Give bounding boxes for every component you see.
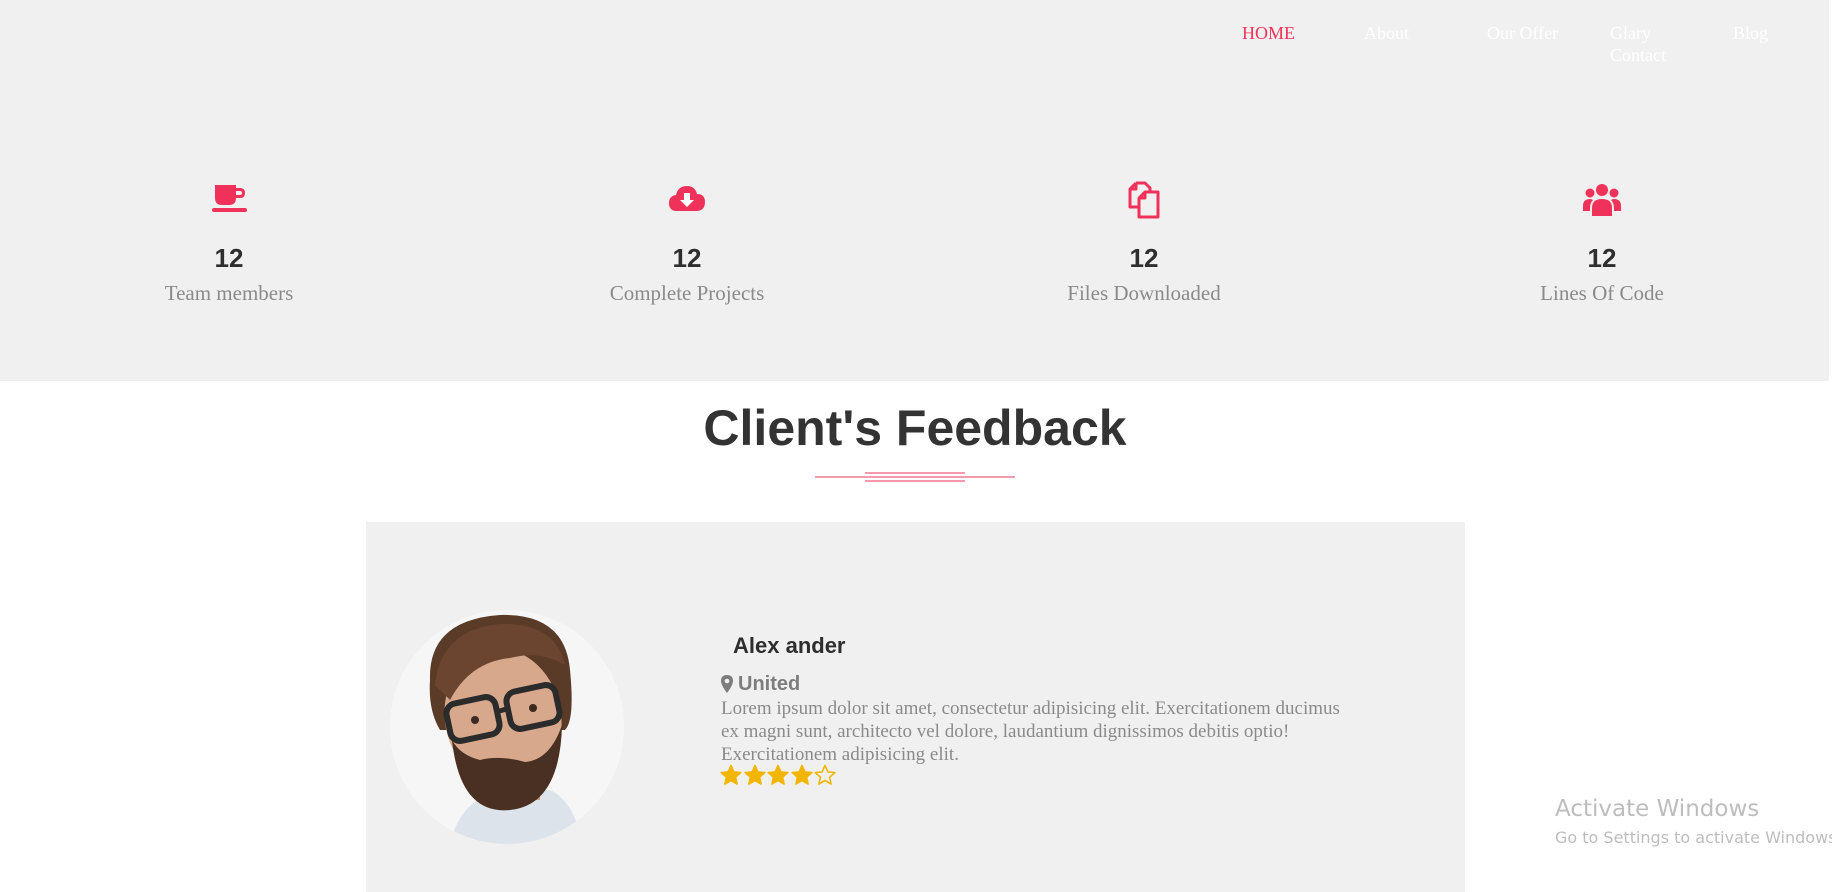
stat-number: 12 (214, 243, 244, 273)
main-nav: HOME About Our Offer Glary Contact Blog (0, 22, 1832, 72)
users-icon (1583, 184, 1621, 216)
client-photo (390, 610, 624, 844)
star-rating (720, 764, 838, 786)
client-name: Alex ander (733, 633, 846, 658)
windows-activation-watermark: Activate Windows Go to Settings to activ… (1555, 795, 1832, 849)
stat-complete-projects: 12 Complete Projects (557, 180, 817, 306)
stat-label: Complete Projects (609, 281, 765, 305)
stat-team-members: 12 Team members (99, 180, 359, 306)
stat-number: 12 (1587, 243, 1617, 273)
star-filled-icon (720, 764, 742, 785)
nav-item-home[interactable]: HOME (1242, 22, 1322, 44)
star-filled-icon (790, 764, 813, 785)
nav-item-about[interactable]: About (1364, 22, 1436, 44)
section-title: Client's Feedback (703, 400, 1127, 456)
client-testimonial-text: Lorem ipsum dolor sit amet, consectetur … (721, 698, 1340, 765)
stat-number: 12 (1129, 243, 1159, 273)
map-marker-icon (721, 675, 733, 693)
files-icon (1128, 181, 1160, 219)
page: HOME About Our Offer Glary Contact Blog … (0, 0, 1832, 892)
stat-number: 12 (672, 243, 702, 273)
stat-lines-of-code: 12 Lines Of Code (1472, 180, 1732, 306)
client-location: United (721, 672, 800, 696)
star-empty-icon (814, 764, 836, 785)
cloud-download-icon (669, 186, 705, 211)
stat-label: Team members (164, 281, 294, 305)
watermark-subtitle: Go to Settings to activate Windows. (1555, 828, 1832, 847)
stat-files-downloaded: 12 Files Downloaded (1014, 180, 1274, 306)
nav-item-blog[interactable]: Blog (1733, 22, 1805, 44)
star-filled-icon (767, 764, 789, 785)
nav-item-our-offer[interactable]: Our Offer (1487, 22, 1559, 44)
nav-item-glary-contact[interactable]: Glary Contact (1610, 22, 1690, 66)
watermark-title: Activate Windows (1555, 796, 1760, 822)
star-filled-icon (743, 764, 766, 785)
testimonial-card: Alex ander United Lorem ipsum dolor sit … (366, 522, 1465, 892)
avatar (390, 610, 624, 844)
client-location-text: United (738, 673, 801, 695)
stat-label: Files Downloaded (1067, 281, 1221, 305)
stat-label: Lines Of Code (1540, 281, 1664, 305)
coffee-cup-icon (212, 185, 247, 212)
title-divider (815, 472, 1015, 482)
